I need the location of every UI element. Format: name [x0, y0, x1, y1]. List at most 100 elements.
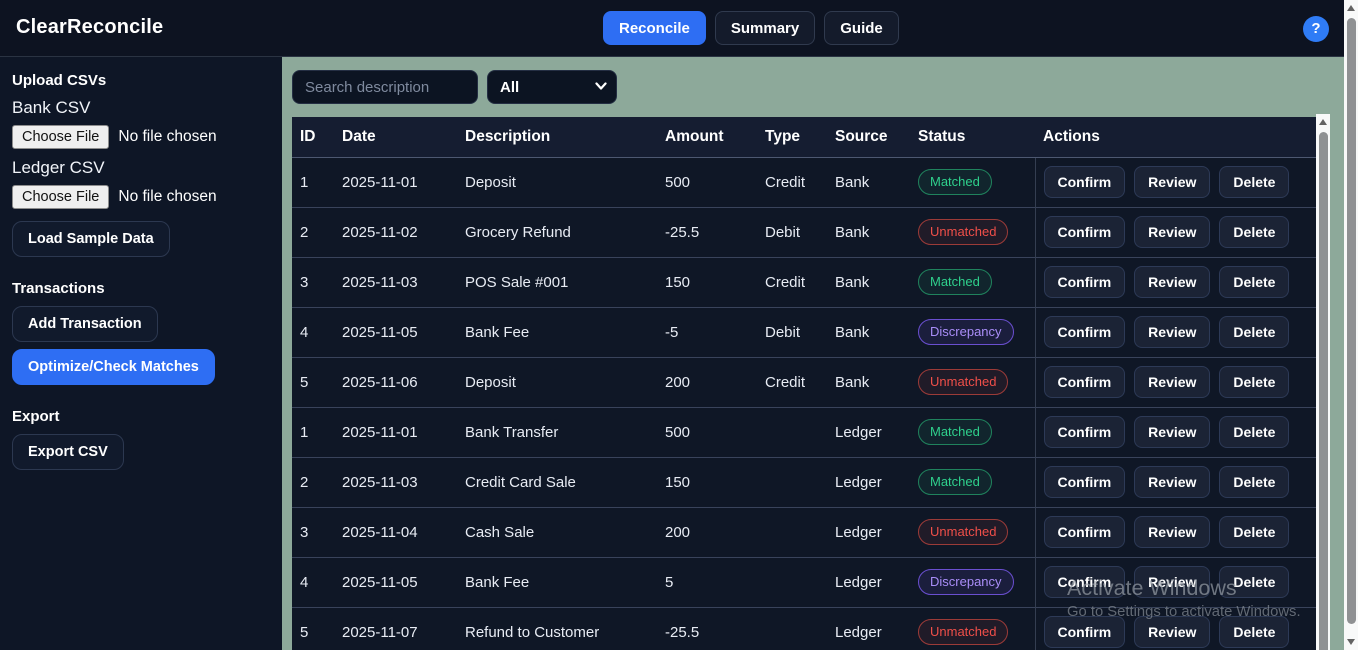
status-filter-wrap: All	[487, 70, 617, 104]
cell-date: 2025-11-06	[334, 356, 457, 407]
delete-button[interactable]: Delete	[1219, 266, 1290, 298]
status-badge: Matched	[918, 268, 992, 296]
transactions-table: ID Date Description Amount Type Source S…	[292, 117, 1316, 650]
confirm-button[interactable]: Confirm	[1043, 416, 1126, 448]
cell-actions: Confirm Review Delete	[1034, 157, 1316, 207]
cell-status: Matched	[910, 456, 1035, 507]
bank-file-input[interactable]: Choose File No file chosen	[12, 125, 270, 149]
status-badge: Matched	[918, 468, 992, 496]
window-scrollbar[interactable]	[1344, 0, 1358, 650]
cell-description: Cash Sale	[457, 506, 657, 557]
table-row: 2 2025-11-02 Grocery Refund -25.5 Debit …	[292, 206, 1316, 257]
header-amount: Amount	[657, 117, 757, 158]
scroll-up-icon[interactable]	[1344, 0, 1358, 16]
transactions-heading: Transactions	[12, 280, 105, 297]
confirm-button[interactable]: Confirm	[1043, 316, 1126, 348]
table-row: 2 2025-11-03 Credit Card Sale 150 Ledger…	[292, 456, 1316, 507]
tab-summary[interactable]: Summary	[714, 11, 816, 45]
delete-button[interactable]: Delete	[1219, 416, 1290, 448]
table-row: 4 2025-11-05 Bank Fee -5 Debit Bank Disc…	[292, 306, 1316, 357]
table-row: 3 2025-11-04 Cash Sale 200 Ledger Unmatc…	[292, 506, 1316, 557]
cell-date: 2025-11-07	[334, 606, 457, 650]
cell-description: POS Sale #001	[457, 256, 657, 307]
confirm-button[interactable]: Confirm	[1043, 366, 1126, 398]
cell-type: Debit	[757, 206, 827, 257]
inner-scrollbar-thumb[interactable]	[1318, 132, 1328, 650]
help-icon[interactable]: ?	[1303, 16, 1329, 42]
delete-button[interactable]: Delete	[1219, 216, 1290, 248]
table-row: 3 2025-11-03 POS Sale #001 150 Credit Ba…	[292, 256, 1316, 307]
sidebar: Upload CSVs Bank CSV Choose File No file…	[0, 57, 282, 650]
delete-button[interactable]: Delete	[1219, 166, 1290, 198]
confirm-button[interactable]: Confirm	[1043, 266, 1126, 298]
ledger-choose-file-button[interactable]: Choose File	[12, 185, 110, 209]
review-button[interactable]: Review	[1134, 266, 1211, 298]
review-button[interactable]: Review	[1134, 316, 1211, 348]
review-button[interactable]: Review	[1134, 166, 1211, 198]
row-actions: Confirm Review Delete	[1043, 216, 1309, 248]
cell-status: Matched	[910, 157, 1035, 207]
cell-id: 2	[292, 456, 334, 507]
cell-date: 2025-11-04	[334, 506, 457, 557]
status-filter-select[interactable]: All	[487, 70, 617, 104]
delete-button[interactable]: Delete	[1219, 466, 1290, 498]
optimize-check-matches-button[interactable]: Optimize/Check Matches	[12, 349, 215, 385]
delete-button[interactable]: Delete	[1219, 316, 1290, 348]
cell-type	[757, 606, 827, 650]
review-button[interactable]: Review	[1134, 566, 1211, 598]
confirm-button[interactable]: Confirm	[1043, 566, 1126, 598]
review-button[interactable]: Review	[1134, 516, 1211, 548]
bank-choose-file-button[interactable]: Choose File	[12, 125, 110, 149]
cell-amount: 150	[657, 256, 757, 307]
cell-date: 2025-11-01	[334, 157, 457, 207]
confirm-button[interactable]: Confirm	[1043, 466, 1126, 498]
scroll-down-icon[interactable]	[1344, 634, 1358, 650]
cell-actions: Confirm Review Delete	[1034, 206, 1316, 257]
bank-file-status: No file chosen	[118, 128, 217, 145]
review-button[interactable]: Review	[1134, 366, 1211, 398]
cell-status: Matched	[910, 256, 1035, 307]
tab-guide[interactable]: Guide	[824, 11, 899, 45]
nav-tabs: Reconcile Summary Guide	[603, 11, 899, 45]
cell-source: Bank	[827, 206, 910, 257]
confirm-button[interactable]: Confirm	[1043, 516, 1126, 548]
delete-button[interactable]: Delete	[1219, 616, 1290, 649]
review-button[interactable]: Review	[1134, 216, 1211, 248]
cell-status: Unmatched	[910, 356, 1035, 407]
window-scrollbar-thumb[interactable]	[1346, 18, 1356, 624]
cell-status: Unmatched	[910, 606, 1035, 650]
export-heading: Export	[12, 408, 60, 425]
delete-button[interactable]: Delete	[1219, 366, 1290, 398]
cell-actions: Confirm Review Delete	[1034, 456, 1316, 507]
confirm-button[interactable]: Confirm	[1043, 616, 1126, 649]
cell-description: Bank Fee	[457, 306, 657, 357]
tab-reconcile[interactable]: Reconcile	[603, 11, 706, 45]
review-button[interactable]: Review	[1134, 466, 1211, 498]
delete-button[interactable]: Delete	[1219, 516, 1290, 548]
search-input[interactable]	[292, 70, 478, 104]
row-actions: Confirm Review Delete	[1043, 566, 1309, 598]
cell-amount: -25.5	[657, 206, 757, 257]
cell-amount: 500	[657, 406, 757, 457]
table-row: 5 2025-11-06 Deposit 200 Credit Bank Unm…	[292, 356, 1316, 407]
add-transaction-button[interactable]: Add Transaction	[12, 306, 158, 342]
cell-actions: Confirm Review Delete	[1034, 556, 1316, 607]
ledger-file-input[interactable]: Choose File No file chosen	[12, 185, 270, 209]
cell-amount: 5	[657, 556, 757, 607]
scroll-up-icon[interactable]	[1316, 114, 1330, 130]
cell-description: Bank Fee	[457, 556, 657, 607]
cell-id: 5	[292, 356, 334, 407]
load-sample-data-button[interactable]: Load Sample Data	[12, 221, 170, 257]
export-csv-button[interactable]: Export CSV	[12, 434, 124, 470]
cell-status: Discrepancy	[910, 556, 1035, 607]
inner-scrollbar[interactable]	[1316, 114, 1330, 650]
confirm-button[interactable]: Confirm	[1043, 166, 1126, 198]
delete-button[interactable]: Delete	[1219, 566, 1290, 598]
cell-actions: Confirm Review Delete	[1034, 256, 1316, 307]
confirm-button[interactable]: Confirm	[1043, 216, 1126, 248]
app-body: Upload CSVs Bank CSV Choose File No file…	[0, 57, 1344, 650]
review-button[interactable]: Review	[1134, 416, 1211, 448]
row-actions: Confirm Review Delete	[1043, 466, 1309, 498]
cell-type: Credit	[757, 256, 827, 307]
review-button[interactable]: Review	[1134, 616, 1211, 649]
